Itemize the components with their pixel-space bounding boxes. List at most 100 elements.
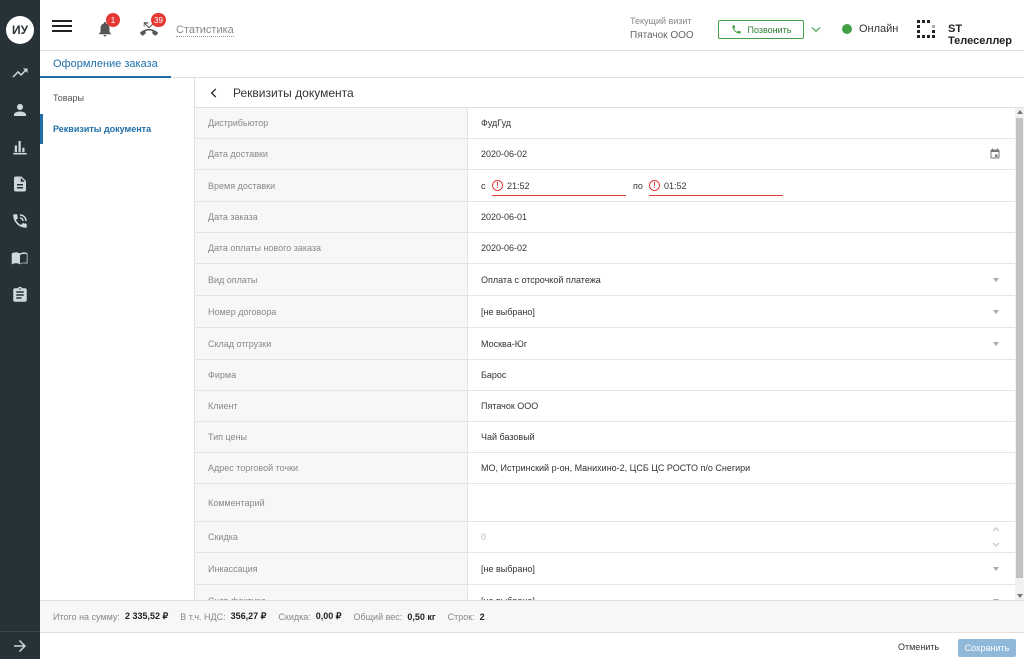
online-status-label[interactable]: Онлайн (859, 23, 898, 35)
back-button[interactable] (207, 86, 221, 100)
field-row-price-type: Тип цены Чай базовый (195, 422, 1015, 453)
top-bar: 1 39 Статистика Текущий визит Пятачок ОО… (40, 0, 1024, 51)
field-row-delivery-time: Время доставки с ! 21:52 по ! 01:52 (195, 170, 1015, 202)
sidebar-item-document-details[interactable]: Реквизиты документа (40, 114, 195, 144)
field-label: Склад отгрузки (195, 328, 468, 359)
discount-input[interactable]: 0 (481, 522, 486, 552)
total-sum-value: 2 335,52 ₽ (124, 611, 169, 621)
tab-order-checkout[interactable]: Оформление заказа (40, 51, 171, 78)
vat-value: 356,27 ₽ (230, 611, 267, 621)
collection-select[interactable]: [не выбрано] (481, 553, 535, 584)
field-label: Фирма (195, 360, 468, 390)
chevron-down-icon (811, 26, 821, 33)
dropdown-caret-icon[interactable] (993, 309, 999, 314)
comment-input[interactable] (481, 484, 1001, 521)
field-row-comment: Комментарий (195, 484, 1015, 522)
field-row-address: Адрес торговой точки МО, Истринский р-он… (195, 453, 1015, 484)
company-name[interactable]: ST Телеселлер (948, 23, 1024, 47)
sidebar-item-goods[interactable]: Товары (40, 83, 195, 113)
weight-value: 0,50 кг (407, 611, 436, 622)
call-options-dropdown[interactable] (809, 22, 823, 36)
book-icon[interactable] (8, 246, 32, 270)
expand-rail-button[interactable] (0, 631, 40, 659)
field-label: Время доставки (195, 170, 468, 201)
missed-calls-badge: 39 (151, 13, 166, 27)
invoice-select[interactable]: [не выбрано] (481, 585, 535, 601)
field-label: Номер договора (195, 296, 468, 327)
time-to-label: по (633, 180, 643, 191)
total-discount-label: Скидка: (278, 611, 311, 622)
left-rail: ИУ (0, 0, 40, 659)
bar-chart-icon[interactable] (8, 135, 32, 159)
delivery-date-input[interactable]: 2020-06-02 (481, 139, 527, 169)
field-row-firm: Фирма Барос (195, 360, 1015, 391)
field-row-contract-number: Номер договора [не выбрано] (195, 296, 1015, 328)
field-label: Дата доставки (195, 139, 468, 169)
user-icon[interactable] (8, 98, 32, 122)
notifications-button[interactable]: 1 (96, 13, 120, 38)
payment-type-select[interactable]: Оплата с отсрочкой платежа (481, 264, 601, 295)
delivery-time-from-value: 21:52 (507, 180, 530, 191)
contract-number-select[interactable]: [не выбрано] (481, 296, 535, 327)
cancel-button[interactable]: Отменить (892, 639, 945, 655)
phone-call-icon[interactable] (8, 209, 32, 233)
field-row-warehouse: Склад отгрузки Москва-Юг (195, 328, 1015, 360)
field-row-order-date: Дата заказа 2020-06-01 (195, 202, 1015, 233)
discount-stepper[interactable] (991, 523, 1001, 551)
weight-label: Общий вес: (353, 611, 403, 622)
field-label: Клиент (195, 391, 468, 421)
current-visit-label: Текущий визит (630, 16, 692, 26)
address-value: МО, Истринский р-он, Манихино-2, ЦСБ ЦС … (481, 463, 751, 473)
form-scrollbar[interactable] (1015, 108, 1024, 600)
phone-icon (731, 25, 741, 34)
company-logo-icon (916, 19, 936, 39)
statistics-link[interactable]: Статистика (176, 24, 234, 37)
field-label: Тип цены (195, 422, 468, 452)
firm-value: Барос (481, 370, 507, 380)
scroll-up-arrow-icon[interactable] (1017, 110, 1023, 114)
save-button[interactable]: Сохранить (958, 639, 1016, 657)
clipboard-icon[interactable] (8, 283, 32, 307)
error-icon: ! (649, 180, 660, 191)
arrow-right-icon (14, 639, 26, 652)
page-title: Реквизиты документа (233, 86, 354, 100)
warehouse-select[interactable]: Москва-Юг (481, 328, 527, 359)
order-date-value: 2020-06-01 (481, 212, 528, 222)
field-row-discount: Скидка 0 (195, 522, 1015, 553)
field-label: Комментарий (195, 484, 468, 521)
rows-value: 2 (479, 611, 485, 622)
field-label: Адрес торговой точки (195, 453, 468, 483)
field-label: Скидка (195, 522, 468, 552)
delivery-time-to-value: 01:52 (664, 180, 687, 191)
call-button[interactable]: Позвонить (718, 20, 804, 39)
client-value: Пятачок ООО (481, 401, 539, 411)
order-totals-bar: Итого на сумму: 2 335,52 ₽ В т.ч. НДС: 3… (40, 600, 1024, 632)
rows-label: Строк: (447, 611, 475, 622)
current-visit-value: Пятачок ООО (630, 30, 694, 41)
avatar[interactable]: ИУ (6, 16, 34, 44)
trend-icon[interactable] (8, 61, 32, 85)
distributor-value: ФудГуд (481, 118, 512, 128)
dropdown-caret-icon[interactable] (993, 566, 999, 571)
field-row-invoice: Счет-фактура [не выбрано] (195, 585, 1015, 600)
field-label: Дата заказа (195, 202, 468, 232)
chevron-left-icon (210, 88, 217, 98)
missed-calls-button[interactable]: 39 (140, 13, 166, 38)
field-label: Вид оплаты (195, 264, 468, 295)
field-row-payment-type: Вид оплаты Оплата с отсрочкой платежа (195, 264, 1015, 296)
calendar-icon[interactable] (989, 148, 1001, 160)
field-row-distributor: Дистрибьютор ФудГуд (195, 108, 1015, 139)
call-button-label: Позвонить (747, 24, 792, 35)
scroll-thumb[interactable] (1016, 118, 1023, 578)
delivery-time-to-input[interactable]: ! 01:52 (649, 176, 783, 196)
document-icon[interactable] (8, 172, 32, 196)
time-from-label: с (481, 180, 486, 191)
dropdown-caret-icon[interactable] (993, 277, 999, 282)
total-discount-value: 0,00 ₽ (315, 611, 342, 621)
scroll-down-arrow-icon[interactable] (1017, 594, 1023, 598)
field-row-payment-date: Дата оплаты нового заказа 2020-06-02 (195, 233, 1015, 264)
menu-button[interactable] (52, 17, 72, 35)
delivery-time-from-input[interactable]: ! 21:52 (492, 176, 626, 196)
price-type-value: Чай базовый (481, 432, 535, 442)
dropdown-caret-icon[interactable] (993, 341, 999, 346)
